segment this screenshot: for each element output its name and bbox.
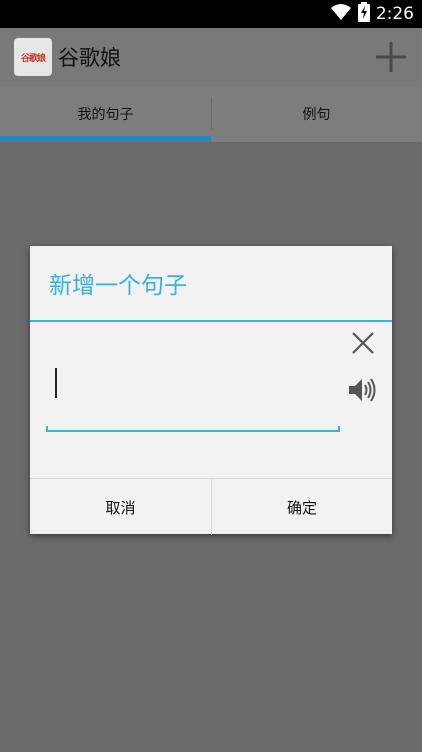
text-cursor (55, 368, 57, 398)
add-sentence-dialog: 新增一个句子 取消 确定 (30, 246, 392, 535)
close-icon (352, 332, 374, 354)
status-icons: 2:26 (330, 2, 414, 26)
speak-button[interactable] (346, 374, 378, 406)
app-title: 谷歌娘 (58, 46, 121, 70)
battery-charging-icon (357, 2, 370, 26)
dialog-title-divider (30, 320, 392, 322)
speaker-icon (349, 378, 376, 402)
status-time: 2:26 (375, 4, 414, 24)
dialog-button-row: 取消 确定 (30, 478, 392, 535)
sentence-input[interactable] (46, 362, 340, 432)
clear-input-button[interactable] (350, 330, 376, 356)
cancel-button[interactable]: 取消 (30, 479, 211, 535)
tab-my-sentences[interactable]: 我的句子 (0, 86, 211, 142)
tab-examples[interactable]: 例句 (211, 86, 422, 142)
app-logo: 谷歌娘 (14, 38, 52, 76)
wifi-icon (330, 3, 352, 25)
dialog-title: 新增一个句子 (49, 273, 187, 299)
tab-label: 我的句子 (77, 107, 134, 123)
input-underline (46, 426, 340, 432)
tab-label: 例句 (302, 107, 331, 123)
ok-button[interactable]: 确定 (211, 479, 392, 535)
plus-icon (376, 42, 406, 72)
app-logo-text: 谷歌娘 (20, 53, 46, 64)
app-bar: 谷歌娘 谷歌娘 (0, 28, 422, 86)
add-sentence-button[interactable] (374, 40, 408, 74)
status-bar: 2:26 (0, 0, 422, 28)
tab-bar: 我的句子 例句 (0, 86, 422, 142)
